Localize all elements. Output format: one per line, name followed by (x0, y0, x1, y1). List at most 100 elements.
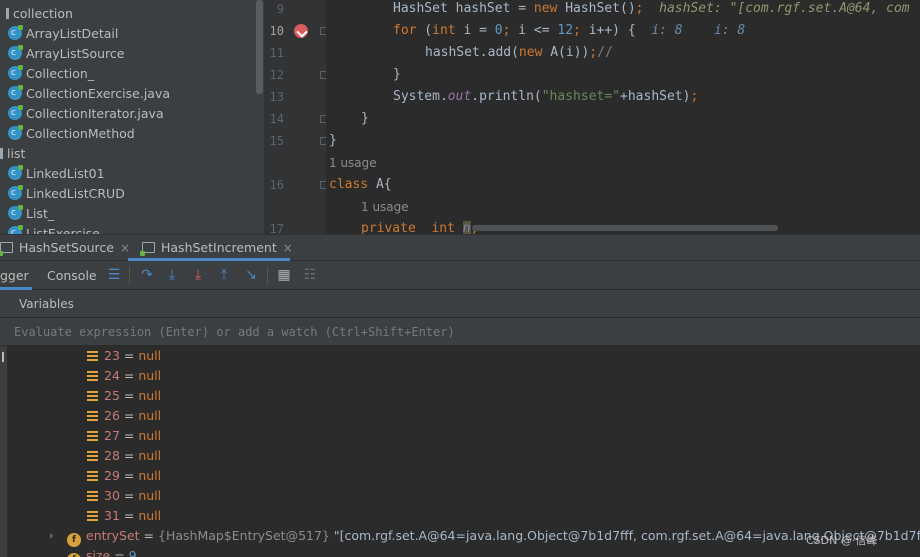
class-file-icon (140, 242, 155, 256)
code-line-16: class A{ (329, 177, 392, 192)
expand-arrow-icon[interactable]: › (49, 529, 53, 542)
line-number: 11 (269, 46, 284, 60)
tree-item[interactable]: c ArrayListSource (8, 44, 124, 64)
tab-console[interactable]: Console (47, 261, 97, 289)
line-number: 15 (269, 134, 284, 148)
class-icon: c (8, 125, 23, 140)
tree-item[interactable]: c CollectionExercise.java (8, 84, 170, 104)
variable-row[interactable]: 23 = null (87, 346, 161, 366)
code-line-13: System.out.println("hashset="+hashSet); (393, 89, 699, 104)
line-number: 9 (276, 2, 284, 16)
class-icon: c (8, 165, 23, 180)
line-number: 12 (269, 68, 284, 82)
code-line-12: } (393, 67, 401, 82)
step-into-icon[interactable]: ⤓ (164, 267, 180, 283)
project-tree[interactable]: collection c ArrayListDetail c ArrayListSo… (0, 0, 264, 234)
tree-item[interactable]: c Collection_ (8, 64, 94, 84)
force-step-into-icon[interactable]: ⤓ (190, 267, 206, 283)
code-line-9: HashSet hashSet = new HashSet(); hashSet… (393, 1, 910, 16)
editor-horizontal-scrollbar[interactable] (472, 225, 778, 231)
tree-item[interactable]: c CollectionIterator.java (8, 104, 164, 124)
variables-side-strip (0, 346, 7, 557)
inline-value-hint: i: 8 (651, 23, 683, 38)
toolbar-separator (129, 267, 130, 284)
variable-row[interactable]: 31 = null (87, 506, 161, 526)
array-element-icon (87, 471, 98, 481)
close-icon[interactable]: × (120, 241, 130, 255)
class-icon: c (8, 225, 23, 234)
usage-hint[interactable]: 1 usage (329, 152, 377, 174)
folder-icon (6, 8, 9, 19)
debugger-toolbar: gger Console ☰ ↷ ⤓ ⤓ ⤒ ↘ ▦ ☷ (0, 261, 920, 290)
toolbar-separator (267, 267, 268, 284)
code-line-17: private int n; (361, 221, 478, 234)
class-file-icon (0, 242, 13, 256)
class-icon: c (8, 205, 23, 220)
usage-hint[interactable]: 1 usage (361, 196, 409, 218)
variable-row[interactable]: 26 = null (87, 406, 161, 426)
variables-title: Variables (19, 297, 74, 311)
line-number: 14 (269, 112, 284, 126)
run-to-cursor-icon[interactable]: ↘ (243, 267, 259, 283)
breakpoint-icon[interactable] (294, 24, 308, 38)
folder-icon (0, 148, 3, 159)
tree-scrollbar[interactable] (256, 0, 263, 94)
line-number: 10 (269, 24, 284, 38)
line-number: 16 (269, 178, 284, 192)
array-element-icon (87, 511, 98, 521)
array-element-icon (87, 491, 98, 501)
evaluate-expression-icon[interactable]: ▦ (276, 267, 292, 283)
class-icon: c (8, 105, 23, 120)
code-line-10: for (int i = 0; i <= 12; i++) { i: 8 i: … (393, 23, 746, 38)
tree-folder-list[interactable]: list (0, 144, 25, 164)
watermark: CSDN @·信峰 (806, 534, 878, 547)
tree-item[interactable]: c LinkedListCRUD (8, 184, 125, 204)
array-element-icon (87, 371, 98, 381)
variable-row[interactable]: 27 = null (87, 426, 161, 446)
class-icon: c (8, 65, 23, 80)
array-element-icon (87, 391, 98, 401)
variable-row[interactable]: 28 = null (87, 446, 161, 466)
tree-item[interactable]: c LinkedList01 (8, 164, 105, 184)
array-element-icon (87, 411, 98, 421)
frame-marker (2, 352, 4, 362)
inline-value-hint: hashSet: "[com.rgf.set.A@64, com (659, 1, 910, 16)
field-icon: f (67, 553, 81, 557)
variable-row-size[interactable]: fsize = 9 (67, 546, 137, 557)
variable-row-entryset[interactable]: f entrySet = {HashMap$EntrySet@517} "[com… (67, 526, 920, 547)
evaluate-expression-input[interactable] (6, 320, 906, 344)
close-icon[interactable]: × (283, 241, 293, 255)
tree-item[interactable]: c List_ (8, 204, 54, 224)
field-icon: f (67, 533, 81, 547)
tree-folder-collection[interactable]: collection (6, 4, 73, 24)
tree-item[interactable]: c ListExercise (8, 224, 100, 234)
inline-value-hint: i: 8 (713, 23, 746, 38)
tab-debugger[interactable]: gger (0, 261, 29, 289)
array-element-icon (87, 431, 98, 441)
evaluate-bar (0, 318, 920, 346)
tab-hashsetsource[interactable]: HashSetSource × (0, 235, 130, 261)
variable-row[interactable]: 30 = null (87, 486, 161, 506)
array-element-icon (87, 451, 98, 461)
tree-item[interactable]: c CollectionMethod (8, 124, 135, 144)
variable-row[interactable]: 29 = null (87, 466, 161, 486)
variable-row[interactable]: 24 = null (87, 366, 161, 386)
class-icon: c (8, 45, 23, 60)
line-number: 13 (269, 90, 284, 104)
tree-item[interactable]: c ArrayListDetail (8, 24, 118, 44)
code-line-15: } (329, 133, 337, 148)
class-icon: c (8, 25, 23, 40)
variable-row[interactable]: 25 = null (87, 386, 161, 406)
code-line-14: } (361, 111, 369, 126)
trace-icon[interactable]: ☷ (302, 267, 318, 283)
variables-tree[interactable]: 23 = null 24 = null 25 = null 26 = null … (0, 346, 920, 557)
class-icon: c (8, 85, 23, 100)
step-over-icon[interactable]: ↷ (139, 267, 155, 283)
code-editor[interactable]: HashSet hashSet = new HashSet(); hashSet… (326, 0, 920, 234)
step-out-icon[interactable]: ⤒ (216, 267, 232, 283)
editor-tab-bar: HashSetSource × HashSetIncrement × (0, 234, 920, 261)
variables-header: Variables (0, 290, 920, 318)
layout-menu-icon[interactable]: ☰ (106, 267, 122, 283)
array-element-icon (87, 351, 98, 361)
code-line-11: hashSet.add(new A(i));// (425, 45, 613, 60)
